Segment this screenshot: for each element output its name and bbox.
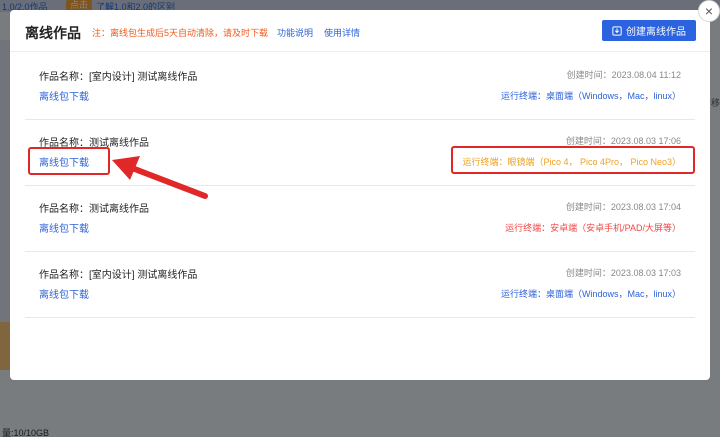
work-name: 作品名称：[室内设计] 测试离线作品 bbox=[39, 72, 198, 83]
list-item: 作品名称：[室内设计] 测试离线作品 离线包下载 创建时间：2023.08.03… bbox=[25, 252, 695, 318]
offline-works-list: 作品名称：[室内设计] 测试离线作品 离线包下载 创建时间：2023.08.04… bbox=[25, 54, 695, 318]
highlight-box-download bbox=[28, 147, 110, 175]
list-item: 作品名称：测试离线作品 离线包下载 创建时间：2023.08.03 17:04 … bbox=[25, 186, 695, 252]
close-icon[interactable]: × bbox=[698, 0, 720, 22]
modal-header: 离线作品 注：离线包生成后5天自动清除，请及时下载 功能说明 使用详情 创建离线… bbox=[10, 10, 710, 52]
created-time: 创建时间：2023.08.04 11:12 bbox=[566, 70, 681, 80]
work-name: 作品名称：测试离线作品 bbox=[39, 204, 149, 215]
work-name: 作品名称：[室内设计] 测试离线作品 bbox=[39, 270, 198, 281]
created-time: 创建时间：2023.08.03 17:03 bbox=[565, 268, 681, 278]
list-item: 作品名称：[室内设计] 测试离线作品 离线包下载 创建时间：2023.08.04… bbox=[25, 54, 695, 120]
create-offline-work-button[interactable]: 创建离线作品 bbox=[602, 20, 696, 41]
offline-package-download-link[interactable]: 离线包下载 bbox=[39, 220, 89, 235]
create-offline-work-label: 创建离线作品 bbox=[626, 27, 686, 38]
created-time: 创建时间：2023.08.03 17:04 bbox=[565, 202, 681, 212]
modal-notice: 注：离线包生成后5天自动清除，请及时下载 bbox=[92, 28, 269, 38]
usage-details-link[interactable]: 使用详情 bbox=[324, 26, 360, 39]
run-terminal: 运行终端：安卓端（安卓手机/PAD/大屏等） bbox=[505, 223, 681, 233]
highlight-box-terminal bbox=[451, 146, 695, 174]
offline-package-download-link[interactable]: 离线包下载 bbox=[39, 88, 89, 103]
offline-works-modal: 离线作品 注：离线包生成后5天自动清除，请及时下载 功能说明 使用详情 创建离线… bbox=[10, 10, 710, 380]
modal-title: 离线作品 bbox=[25, 25, 81, 41]
download-box-icon bbox=[612, 25, 622, 36]
function-description-link[interactable]: 功能说明 bbox=[277, 26, 313, 39]
offline-package-download-link[interactable]: 离线包下载 bbox=[39, 286, 89, 301]
run-terminal: 运行终端：桌面端（Windows，Mac，linux） bbox=[500, 91, 681, 101]
run-terminal: 运行终端：桌面端（Windows，Mac，linux） bbox=[500, 289, 681, 299]
